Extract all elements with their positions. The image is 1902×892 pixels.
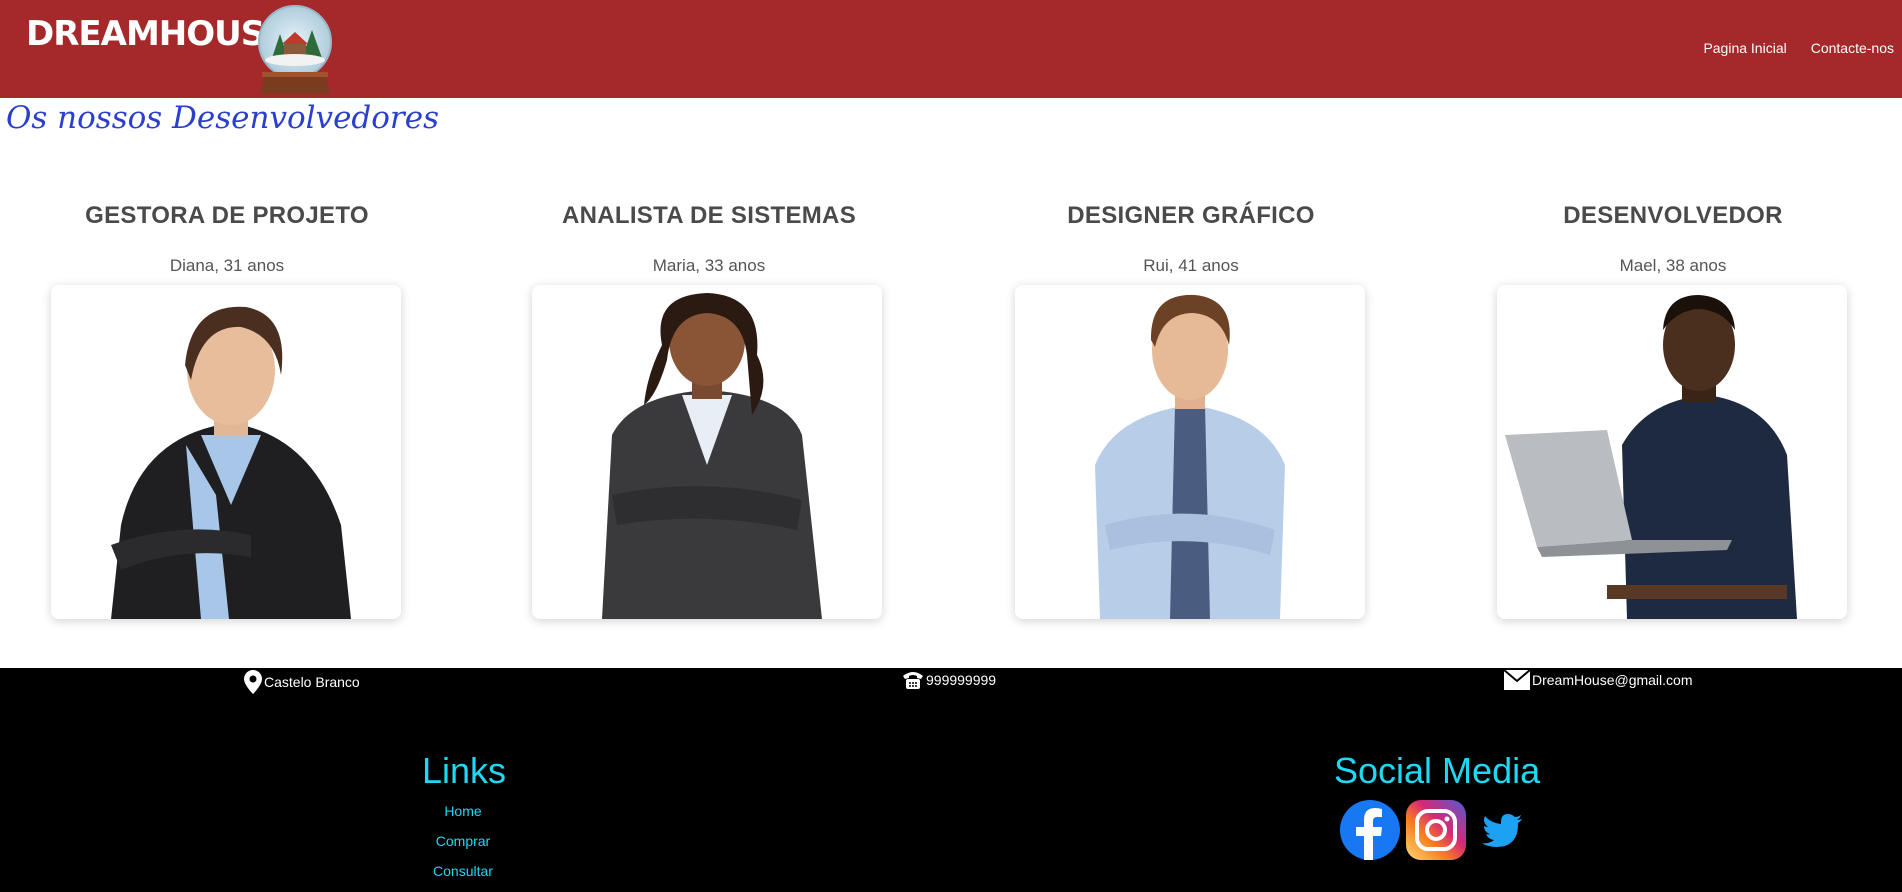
location-pin-icon — [244, 670, 262, 694]
man-with-laptop-icon — [1497, 285, 1847, 619]
page-title: Os nossos Desenvolvedores — [6, 100, 440, 136]
main-nav: Pagina Inicial Contacte-nos — [1703, 40, 1894, 56]
developer-column: GESTORA DE PROJETO Diana, 31 anos — [0, 190, 462, 619]
developer-photo — [1497, 285, 1847, 619]
developer-name-age: Diana, 31 anos — [169, 256, 285, 275]
contact-location: Castelo Branco — [244, 670, 360, 694]
site-logo[interactable]: DreamHouse — [26, 14, 287, 54]
nav-link-home[interactable]: Pagina Inicial — [1703, 40, 1786, 56]
location-text: Castelo Branco — [264, 674, 360, 690]
links-heading: Links — [422, 750, 507, 791]
twitter-icon[interactable] — [1472, 800, 1532, 860]
man-portrait-icon — [1015, 285, 1365, 619]
contact-email: DreamHouse@gmail.com — [1504, 670, 1692, 690]
site-footer — [0, 668, 1902, 892]
footer-link-home[interactable]: Home — [403, 803, 523, 819]
phone-icon — [903, 672, 923, 689]
woman-portrait-icon — [51, 285, 401, 619]
facebook-icon[interactable] — [1340, 800, 1400, 860]
email-text[interactable]: DreamHouse@gmail.com — [1532, 672, 1692, 688]
social-media-heading: Social Media — [1334, 750, 1541, 791]
developer-column: ANALISTA DE SISTEMAS Maria, 33 anos — [474, 190, 944, 619]
footer-link-comprar[interactable]: Comprar — [403, 833, 523, 849]
developer-role: GESTORA DE PROJETO — [85, 202, 369, 229]
developer-name-age: Rui, 41 anos — [1143, 256, 1239, 275]
phone-text: 999999999 — [926, 672, 997, 688]
nav-link-contact[interactable]: Contacte-nos — [1811, 40, 1894, 56]
developer-column: DESENVOLVEDOR Mael, 38 anos — [1438, 190, 1902, 619]
developer-role: DESENVOLVEDOR — [1563, 202, 1783, 229]
developer-name-age: Maria, 33 anos — [652, 256, 766, 275]
contact-phone: 999999999 — [902, 670, 996, 690]
footer-link-consultar[interactable]: Consultar — [403, 863, 523, 879]
envelope-icon — [1504, 670, 1530, 690]
developer-column: DESIGNER GRÁFICO Rui, 41 anos — [956, 190, 1426, 619]
developer-role: ANALISTA DE SISTEMAS — [561, 202, 856, 229]
developer-photo — [1015, 285, 1365, 619]
site-header: DreamHouse Pagina Inicial Contacte-nos — [0, 0, 1902, 98]
developer-name-age: Mael, 38 anos — [1619, 256, 1727, 275]
instagram-icon[interactable] — [1406, 800, 1466, 860]
developer-role: DESIGNER GRÁFICO — [1067, 202, 1315, 229]
woman-portrait-icon — [532, 285, 882, 619]
snow-globe-icon — [258, 5, 332, 94]
social-icons — [1340, 800, 1532, 860]
developer-photo — [532, 285, 882, 619]
developer-photo — [51, 285, 401, 619]
